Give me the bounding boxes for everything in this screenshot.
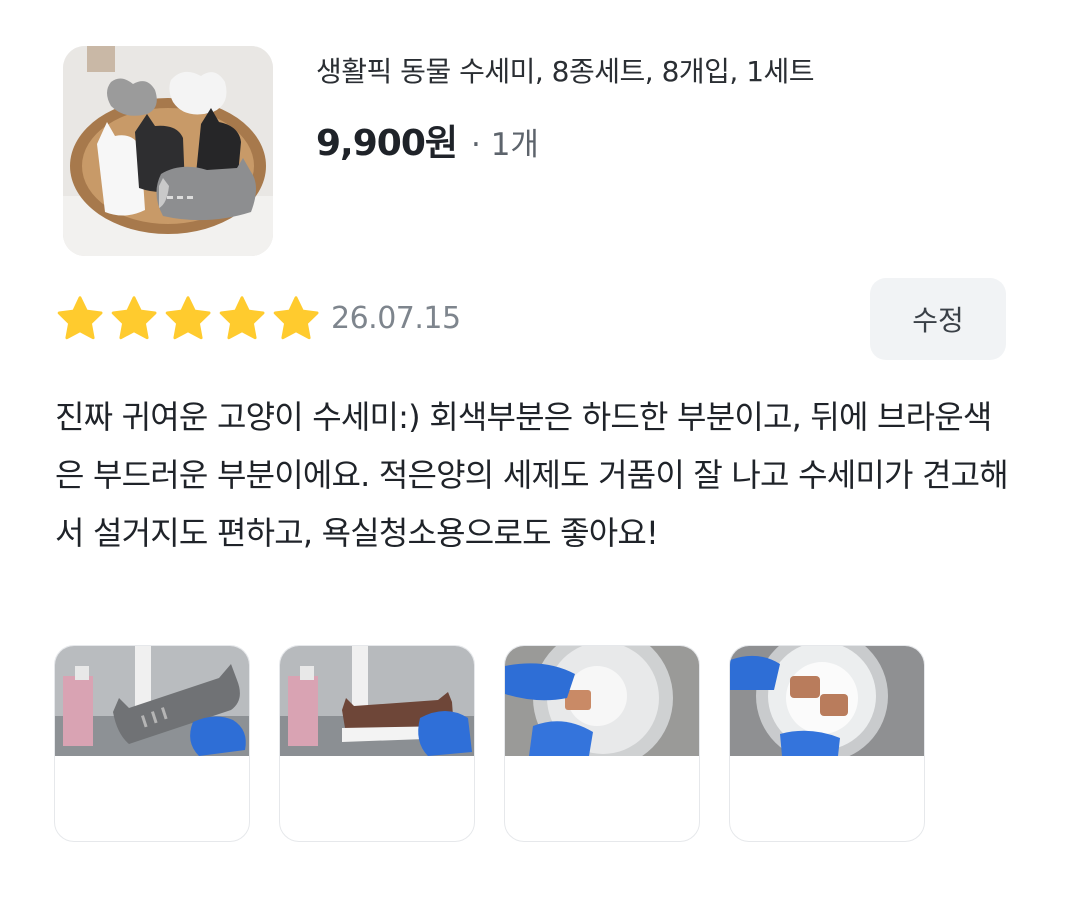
product-name[interactable]: 생활픽 동물 수세미, 8종세트, 8개입, 1세트 xyxy=(316,52,815,92)
review-date: 26.07.15 xyxy=(331,301,461,336)
star-rating xyxy=(55,294,321,344)
edit-review-button[interactable]: 수정 xyxy=(870,278,1006,360)
review-photos xyxy=(54,645,925,842)
review-text: 진짜 귀여운 고양이 수세미:) 회색부분은 하드한 부분이고, 뒤에 브라운색… xyxy=(55,398,1009,552)
star-icon xyxy=(57,296,103,340)
review-photo-3[interactable] xyxy=(504,645,700,842)
product-quantity: · 1개 xyxy=(471,127,539,163)
product-price: 9,900원 xyxy=(316,123,458,164)
star-icon xyxy=(111,296,157,340)
review-photo-2[interactable] xyxy=(279,645,475,842)
star-icon xyxy=(273,296,319,340)
product-image[interactable] xyxy=(63,46,273,256)
star-icon xyxy=(219,296,265,340)
review-photo-1[interactable] xyxy=(54,645,250,842)
review-photo-4[interactable] xyxy=(729,645,925,842)
price-row: 9,900원 · 1개 xyxy=(316,114,539,166)
star-icon xyxy=(165,296,211,340)
